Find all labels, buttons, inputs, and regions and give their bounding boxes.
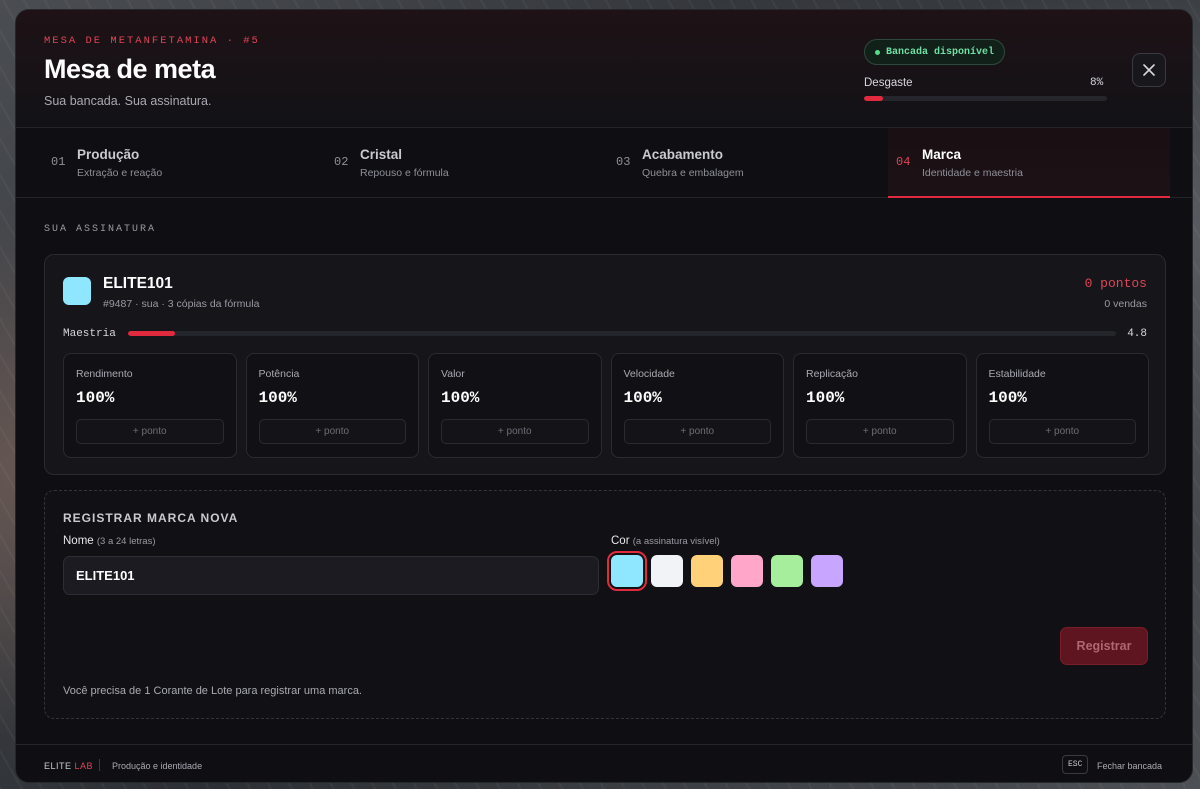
- section-label: SUA ASSINATURA: [44, 224, 157, 235]
- brand-name: ELITE101: [103, 275, 173, 292]
- page-subtitle: Sua bancada. Sua assinatura.: [44, 94, 212, 108]
- tab-name: Marca: [922, 147, 962, 162]
- close-button[interactable]: [1132, 53, 1166, 87]
- mastery-progress-bar: [128, 331, 1116, 336]
- tab-number: 04: [896, 155, 911, 169]
- stat-value: 100%: [258, 389, 297, 407]
- status-dot-icon: [875, 49, 880, 55]
- stat-card-replicacao: Replicação 100% + ponto: [793, 353, 967, 458]
- register-brand-card: REGISTRAR MARCA NOVA Nome (3 a 24 letras…: [44, 490, 1166, 719]
- stat-value: 100%: [623, 389, 662, 407]
- color-swatch-cyan[interactable]: [607, 551, 647, 591]
- name-label-text: Nome: [63, 535, 94, 547]
- stat-card-velocidade: Velocidade 100% + ponto: [610, 353, 784, 458]
- signature-card: ELITE101 #9487 · sua · 3 cópias da fórmu…: [44, 254, 1166, 475]
- stat-label: Potência: [258, 368, 300, 380]
- status-text: Bancada disponível: [886, 46, 995, 58]
- brand-logo: ELITE LAB: [44, 761, 93, 771]
- header-eyebrow: MESA DE METANFETAMINA · #5: [44, 35, 260, 47]
- add-point-button[interactable]: + ponto: [623, 419, 771, 444]
- tab-name: Acabamento: [642, 147, 724, 162]
- stat-card-estabilidade: Estabilidade 100% + ponto: [975, 353, 1149, 458]
- stat-card-rendimento: Rendimento 100% + ponto: [63, 353, 237, 458]
- tab-description: Identidade e maestria: [922, 167, 1023, 179]
- page-title: Mesa de meta: [44, 54, 216, 84]
- requirement-note: Você precisa de 1 Corante de Lote para r…: [63, 685, 362, 697]
- wear-value: 8%: [1090, 77, 1104, 89]
- color-swatch-yellow[interactable]: [691, 555, 723, 587]
- tab-description: Extração e reação: [77, 167, 163, 179]
- add-point-button[interactable]: + ponto: [258, 419, 406, 444]
- color-field-label: Cor (a assinatura visível): [611, 535, 720, 547]
- close-hint: Fechar bancada: [1097, 761, 1163, 771]
- add-point-button[interactable]: + ponto: [441, 419, 589, 444]
- name-label-hint: (3 a 24 letras): [96, 536, 156, 547]
- stat-value: 100%: [76, 389, 115, 407]
- brand-name-input[interactable]: [63, 556, 599, 595]
- stat-label: Replicação: [806, 368, 858, 380]
- tab-producao[interactable]: 01 Produção Extração e reação: [43, 128, 325, 198]
- tab-name: Produção: [77, 147, 140, 162]
- color-swatch-green[interactable]: [771, 555, 803, 587]
- stat-label: Rendimento: [76, 368, 133, 380]
- stat-card-valor: Valor 100% + ponto: [428, 353, 602, 458]
- stat-value: 100%: [988, 389, 1027, 407]
- tab-name: Cristal: [360, 147, 403, 162]
- color-picker: [607, 551, 843, 591]
- mastery-label: Maestria: [63, 328, 116, 340]
- mastery-progress-fill: [128, 331, 176, 336]
- name-field-label: Nome (3 a 24 letras): [63, 535, 156, 547]
- stat-value: 100%: [441, 389, 480, 407]
- stats-grid: Rendimento 100% + ponto Potência 100% + …: [63, 353, 1149, 458]
- meth-table-modal: MESA DE METANFETAMINA · #5 Mesa de meta …: [15, 9, 1193, 783]
- tab-number: 02: [334, 155, 349, 169]
- stat-value: 100%: [806, 389, 845, 407]
- tab-cristal[interactable]: 02 Cristal Repouso e fórmula: [326, 128, 608, 198]
- stat-label: Velocidade: [623, 368, 675, 380]
- color-label-text: Cor: [611, 535, 630, 547]
- close-icon: [1143, 64, 1155, 76]
- brand-meta: #9487 · sua · 3 cópias da fórmula: [103, 298, 260, 310]
- step-tabs: 01 Produção Extração e reação 02 Cristal…: [16, 128, 1192, 198]
- stat-label: Valor: [441, 368, 465, 380]
- wear-progress-bar: [864, 96, 1107, 101]
- sales-count: 0 vendas: [1104, 298, 1147, 310]
- tab-number: 01: [51, 155, 66, 169]
- footer-text: Produção e identidade: [112, 761, 203, 771]
- color-label-hint: (a assinatura visível): [632, 536, 720, 547]
- stat-card-potencia: Potência 100% + ponto: [245, 353, 419, 458]
- brand-color-swatch: [63, 277, 91, 305]
- modal-header: MESA DE METANFETAMINA · #5 Mesa de meta …: [16, 10, 1192, 128]
- add-point-button[interactable]: + ponto: [76, 419, 224, 444]
- stat-label: Estabilidade: [988, 368, 1046, 380]
- color-swatch-white[interactable]: [651, 555, 683, 587]
- modal-footer: ELITE LAB Produção e identidade ESC Fech…: [16, 744, 1192, 782]
- wear-label: Desgaste: [864, 77, 913, 89]
- color-swatch-pink[interactable]: [731, 555, 763, 587]
- status-badge: Bancada disponível: [864, 39, 1006, 65]
- register-button[interactable]: Registrar: [1060, 627, 1148, 665]
- footer-divider: [99, 759, 100, 771]
- add-point-button[interactable]: + ponto: [988, 419, 1136, 444]
- points-count: 0 pontos: [1084, 276, 1147, 291]
- brand-logo-accent: LAB: [74, 761, 94, 771]
- wear-progress-fill: [864, 96, 884, 101]
- tab-description: Quebra e embalagem: [642, 167, 744, 179]
- tab-acabamento[interactable]: 03 Acabamento Quebra e embalagem: [608, 128, 890, 198]
- brand-logo-main: ELITE: [44, 761, 72, 771]
- esc-key-hint[interactable]: ESC: [1062, 755, 1089, 774]
- add-point-button[interactable]: + ponto: [806, 419, 954, 444]
- mastery-value: 4.8: [1127, 328, 1147, 340]
- tab-marca[interactable]: 04 Marca Identidade e maestria: [888, 128, 1170, 198]
- tab-description: Repouso e fórmula: [360, 167, 449, 179]
- color-swatch-purple[interactable]: [811, 555, 843, 587]
- register-title: REGISTRAR MARCA NOVA: [63, 511, 239, 525]
- tab-number: 03: [616, 155, 631, 169]
